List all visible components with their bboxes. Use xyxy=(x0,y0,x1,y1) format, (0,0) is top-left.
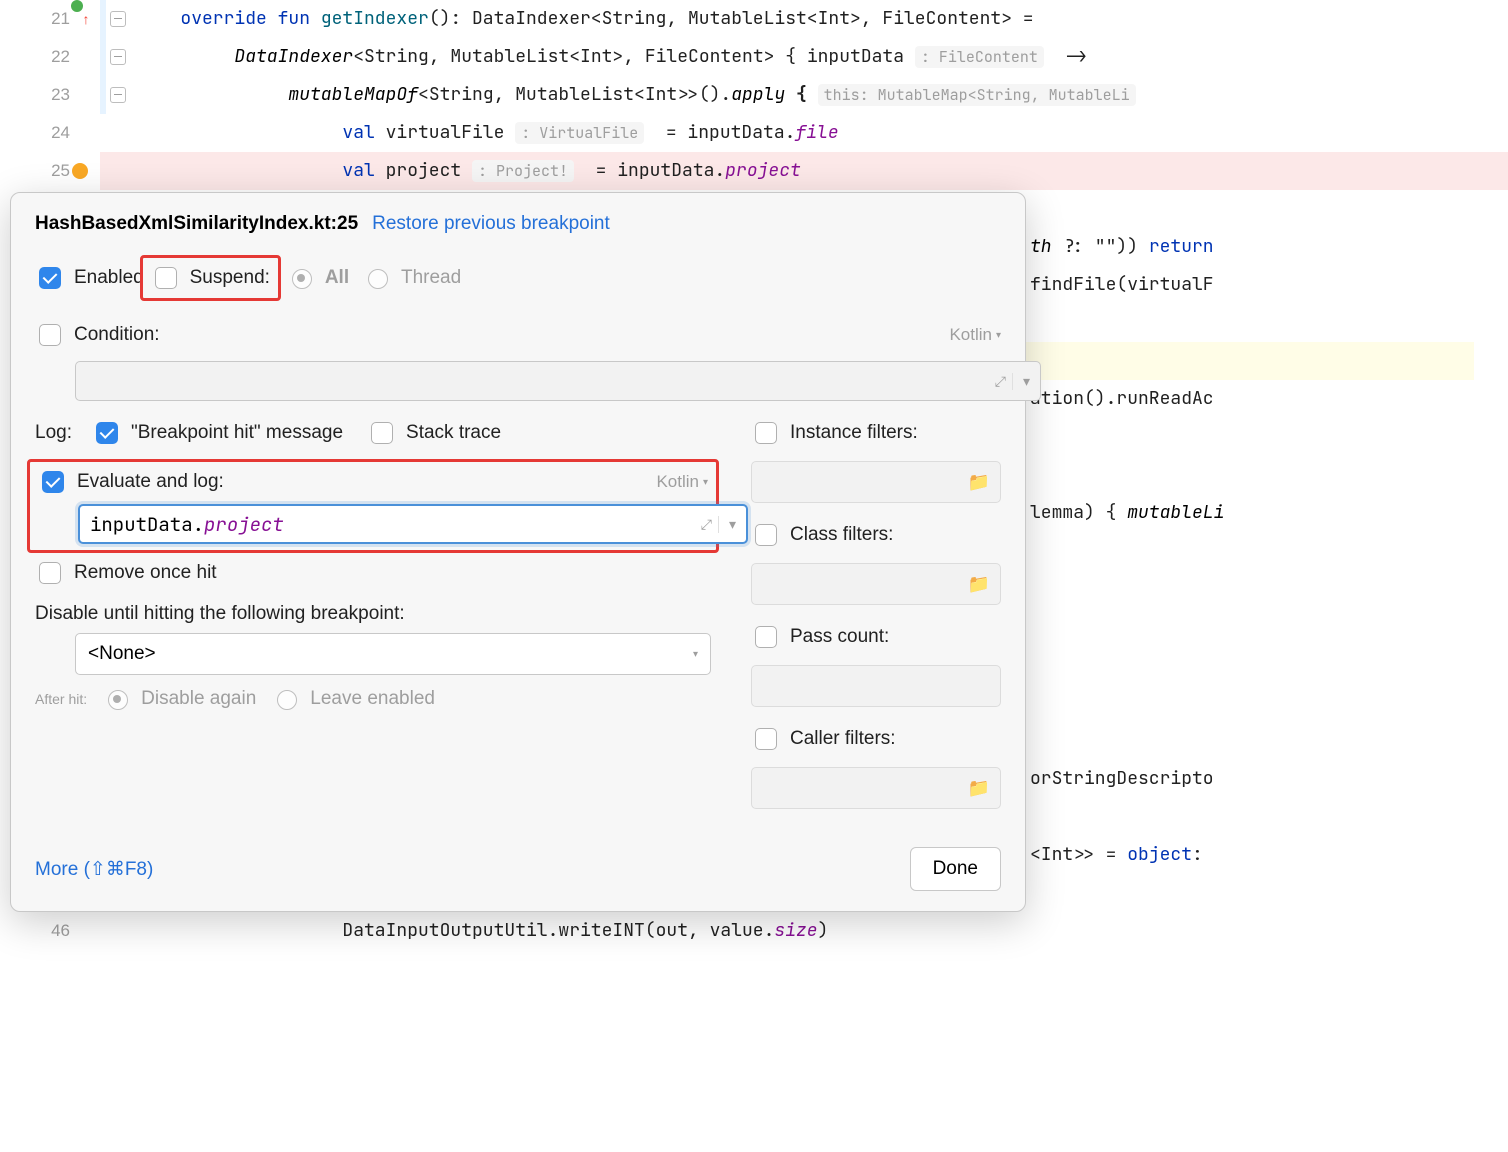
instance-filters-field[interactable]: 📁 xyxy=(751,461,1001,503)
suspend-checkbox-input[interactable] xyxy=(155,267,177,289)
stack-checkbox[interactable]: Stack trace xyxy=(367,419,501,447)
suspend-all-radio[interactable]: All xyxy=(287,266,349,289)
code-line-23[interactable]: 23 mutableMapOf<String, MutableList<Int>… xyxy=(0,76,1508,114)
condition-field[interactable]: ⤢ ▾ xyxy=(75,361,1041,401)
eval-checkbox[interactable]: Evaluate and log: xyxy=(38,468,224,496)
bp-hit-checkbox-input[interactable] xyxy=(96,422,118,444)
pass-count-checkbox[interactable]: Pass count: xyxy=(751,623,889,651)
run-marker-icon[interactable]: ↑ xyxy=(70,0,90,38)
fold-icon[interactable] xyxy=(110,49,126,65)
fold-icon[interactable] xyxy=(110,87,126,103)
condition-checkbox-input[interactable] xyxy=(39,324,61,346)
suspend-checkbox[interactable]: Suspend: xyxy=(151,264,270,292)
type-hint: this: MutableMap<String, MutableLi xyxy=(818,84,1136,106)
enabled-checkbox-input[interactable] xyxy=(39,267,61,289)
eval-highlight: Evaluate and log: Kotlin▾ inputData.proj… xyxy=(27,459,719,553)
change-bar xyxy=(100,0,106,38)
chevron-down-icon: ▾ xyxy=(693,649,698,660)
eval-input[interactable]: inputData.project xyxy=(90,512,284,537)
type-hint: : Project! xyxy=(472,160,574,182)
log-label: Log: xyxy=(35,422,72,444)
eval-language[interactable]: Kotlin▾ xyxy=(656,472,708,492)
enabled-checkbox[interactable]: Enabled xyxy=(35,264,144,292)
folder-icon[interactable]: 📁 xyxy=(968,574,990,595)
code-line-24[interactable]: 24 val virtualFile : VirtualFile = input… xyxy=(0,114,1508,152)
folder-icon[interactable]: 📁 xyxy=(968,472,990,493)
code-fragment: orStringDescripto xyxy=(1030,760,1224,798)
code-line-21[interactable]: 21 ↑ override fun getIndexer(): DataInde… xyxy=(0,0,1508,38)
type-hint: : FileContent xyxy=(915,46,1044,68)
instance-filters-checkbox[interactable]: Instance filters: xyxy=(751,419,918,447)
remove-checkbox[interactable]: Remove once hit xyxy=(35,559,217,587)
after-hit-label: After hit: xyxy=(35,691,87,707)
type-hint: : VirtualFile xyxy=(515,122,644,144)
code-line-25[interactable]: 25 val project : Project! = inputData.pr… xyxy=(0,152,1508,190)
expand-icon[interactable]: ⤢ xyxy=(995,373,1006,390)
breakpoint-title: HashBasedXmlSimilarityIndex.kt:25 xyxy=(35,213,358,235)
breakpoint-icon[interactable] xyxy=(70,163,90,179)
disable-again-radio-input[interactable] xyxy=(108,690,128,710)
folder-icon[interactable]: 📁 xyxy=(968,778,990,799)
pass-count-checkbox-input[interactable] xyxy=(755,626,777,648)
code-fragment: findFile(virtualF xyxy=(1030,266,1224,304)
leave-enabled-radio[interactable]: Leave enabled xyxy=(272,687,435,710)
eval-checkbox-input[interactable] xyxy=(42,471,64,493)
code-fragment: th ?: "")) return xyxy=(1030,228,1224,266)
disable-again-radio[interactable]: Disable again xyxy=(103,687,256,710)
eval-field[interactable]: inputData.project ⤢ ▾ xyxy=(78,504,748,544)
expand-icon[interactable]: ⤢ xyxy=(701,516,712,533)
caller-filters-checkbox-input[interactable] xyxy=(755,728,777,750)
bp-hit-checkbox[interactable]: "Breakpoint hit" message xyxy=(92,419,343,447)
suspend-thread-radio[interactable]: Thread xyxy=(363,266,461,289)
class-filters-checkbox[interactable]: Class filters: xyxy=(751,521,893,549)
pass-count-field[interactable] xyxy=(751,665,1001,707)
disable-until-select[interactable]: <None> ▾ xyxy=(75,633,711,675)
suspend-highlight: Suspend: xyxy=(140,255,281,301)
condition-input[interactable] xyxy=(86,368,989,395)
leave-enabled-radio-input[interactable] xyxy=(277,690,297,710)
code-fragment: <Int>> = object: xyxy=(1030,836,1224,874)
gutter[interactable]: 21 ↑ xyxy=(0,0,100,38)
fold-icon[interactable] xyxy=(110,11,126,27)
done-button[interactable]: Done xyxy=(910,847,1001,891)
condition-checkbox[interactable]: Condition: xyxy=(35,321,160,349)
suspend-all-radio-input[interactable] xyxy=(292,269,312,289)
class-filters-checkbox-input[interactable] xyxy=(755,524,777,546)
remove-checkbox-input[interactable] xyxy=(39,562,61,584)
class-filters-field[interactable]: 📁 xyxy=(751,563,1001,605)
disable-until-label: Disable until hitting the following brea… xyxy=(35,603,711,625)
stack-checkbox-input[interactable] xyxy=(371,422,393,444)
code-line-22[interactable]: 22 DataIndexer<String, MutableList<Int>,… xyxy=(0,38,1508,76)
code-fragment: ation().runReadAc xyxy=(1030,380,1224,418)
condition-language[interactable]: Kotlin▾ xyxy=(949,325,1001,345)
caller-filters-field[interactable]: 📁 xyxy=(751,767,1001,809)
caller-filters-checkbox[interactable]: Caller filters: xyxy=(751,725,896,753)
instance-filters-checkbox-input[interactable] xyxy=(755,422,777,444)
restore-link[interactable]: Restore previous breakpoint xyxy=(372,213,610,235)
chevron-down-icon[interactable]: ▾ xyxy=(1012,373,1030,390)
chevron-down-icon[interactable]: ▾ xyxy=(718,516,736,533)
code-line-46[interactable]: 46 DataInputOutputUtil.writeINT(out, val… xyxy=(0,912,1508,950)
suspend-thread-radio-input[interactable] xyxy=(368,269,388,289)
more-link[interactable]: More (⇧⌘F8) xyxy=(35,858,153,881)
code-fragment: lemma) { mutableLi xyxy=(1030,494,1224,532)
breakpoint-popup: HashBasedXmlSimilarityIndex.kt:25 Restor… xyxy=(10,192,1026,912)
code-editor[interactable]: 21 ↑ override fun getIndexer(): DataInde… xyxy=(0,0,1508,190)
code-text[interactable]: override fun getIndexer(): DataIndexer<S… xyxy=(128,0,1034,38)
